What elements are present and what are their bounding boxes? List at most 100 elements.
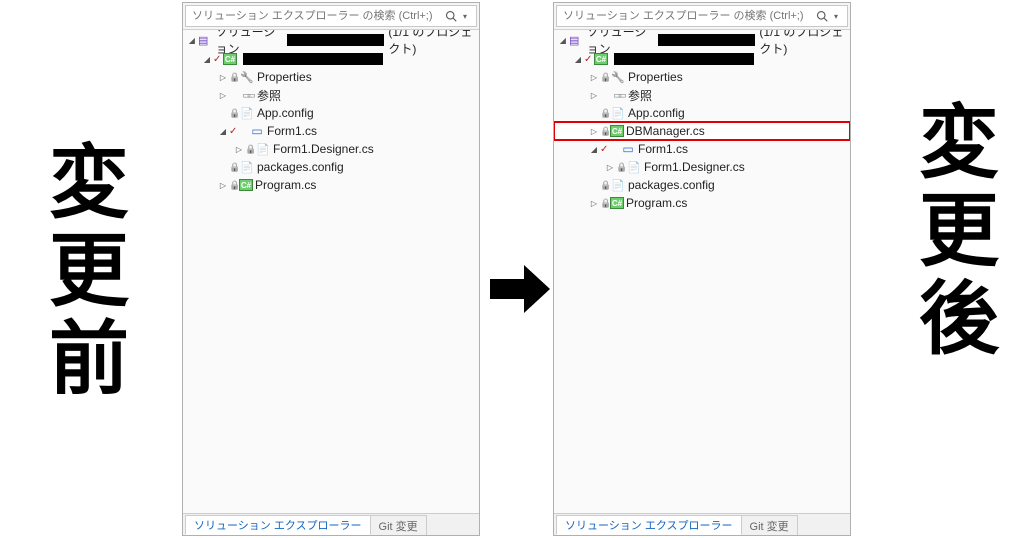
lock-icon xyxy=(229,72,239,83)
tree-item[interactable]: packages.config xyxy=(554,176,850,194)
solution-node[interactable]: ソリューション (1/1 のプロジェクト) xyxy=(183,30,479,50)
heading-after: 変更後 xyxy=(910,100,994,364)
redacted-project-name xyxy=(614,53,754,65)
expander-icon[interactable] xyxy=(187,35,197,45)
check-icon xyxy=(584,54,594,65)
doc-icon xyxy=(255,141,271,157)
tree-item[interactable]: Properties xyxy=(183,68,479,86)
tab-solution-explorer[interactable]: ソリューション エクスプローラー xyxy=(556,515,742,535)
tree-item[interactable]: Properties xyxy=(554,68,850,86)
cs-icon xyxy=(610,197,624,209)
tab-solution-explorer[interactable]: ソリューション エクスプローラー xyxy=(185,515,371,535)
expander-icon[interactable] xyxy=(588,198,600,208)
config-icon xyxy=(610,177,626,193)
expander-icon[interactable] xyxy=(588,90,600,100)
tree-item-label: packages.config xyxy=(257,160,344,174)
tree-item-label: Properties xyxy=(628,70,683,84)
refs-icon xyxy=(239,87,255,103)
tree-item[interactable]: Form1.Designer.cs xyxy=(554,158,850,176)
solution-icon xyxy=(568,32,581,48)
csharp-project-icon xyxy=(594,53,608,65)
project-count: (1/1 のプロジェクト) xyxy=(388,29,479,57)
tree-item[interactable]: Form1.cs xyxy=(183,122,479,140)
tree-area: ソリューション (1/1 のプロジェクト) Properties 参照 App.co… xyxy=(554,29,850,513)
tree-item[interactable]: packages.config xyxy=(183,158,479,176)
chevron-down-icon[interactable]: ▾ xyxy=(829,9,843,23)
expander-icon[interactable] xyxy=(233,144,245,154)
search-row: ▾ xyxy=(185,5,477,27)
lock-icon xyxy=(600,108,610,119)
check-icon xyxy=(229,126,239,137)
redacted-project-name xyxy=(243,53,383,65)
form-icon xyxy=(620,141,636,157)
lock-icon xyxy=(600,198,610,209)
lock-icon xyxy=(600,126,610,137)
config-icon xyxy=(610,105,626,121)
expander-icon[interactable] xyxy=(588,126,600,136)
cs-icon xyxy=(610,125,624,137)
heading-before: 変更前 xyxy=(40,140,124,404)
lock-icon xyxy=(229,180,239,191)
expander-icon[interactable] xyxy=(217,72,229,82)
check-icon xyxy=(213,54,223,65)
tab-git-changes[interactable]: Git 変更 xyxy=(370,515,427,535)
lock-icon xyxy=(229,162,239,173)
tree-item-label: packages.config xyxy=(628,178,715,192)
config-icon xyxy=(239,159,255,175)
solution-node[interactable]: ソリューション (1/1 のプロジェクト) xyxy=(554,30,850,50)
solution-explorer-panel-after: ▾ ソリューション (1/1 のプロジェクト) Properties 参照 App.… xyxy=(553,2,851,536)
redacted-solution-name xyxy=(287,34,384,46)
tree-area: ソリューション (1/1 のプロジェクト) Properties 参照App.co… xyxy=(183,29,479,513)
lock-icon xyxy=(616,162,626,173)
check-icon xyxy=(600,144,610,155)
expander-icon[interactable] xyxy=(217,126,229,136)
search-icon[interactable] xyxy=(815,9,829,23)
tree-item[interactable]: App.config xyxy=(183,104,479,122)
search-input[interactable] xyxy=(190,9,444,23)
panel-tabs: ソリューション エクスプローラー Git 変更 xyxy=(554,513,850,535)
expander-icon[interactable] xyxy=(588,72,600,82)
expander-icon[interactable] xyxy=(217,180,229,190)
tree-item-label: Form1.Designer.cs xyxy=(644,160,745,174)
expander-icon[interactable] xyxy=(588,144,600,154)
tree-item-label: App.config xyxy=(628,106,685,120)
lock-icon xyxy=(229,108,239,119)
tree-item[interactable]: App.config xyxy=(554,104,850,122)
tree-item-label: DBManager.cs xyxy=(626,124,705,138)
chevron-down-icon[interactable]: ▾ xyxy=(458,9,472,23)
refs-icon xyxy=(610,87,626,103)
tree-item-label: Form1.cs xyxy=(267,124,317,138)
expander-icon[interactable] xyxy=(201,54,213,64)
cs-icon xyxy=(239,179,253,191)
expander-icon[interactable] xyxy=(604,162,616,172)
tab-git-changes[interactable]: Git 変更 xyxy=(741,515,798,535)
expander-icon[interactable] xyxy=(572,54,584,64)
expander-icon[interactable] xyxy=(558,35,568,45)
tree-item[interactable]: DBManager.cs xyxy=(554,122,850,140)
solution-explorer-panel-before: ▾ ソリューション (1/1 のプロジェクト) Properties 参照App.… xyxy=(182,2,480,536)
tree-item-label: 参照 xyxy=(257,87,281,104)
props-icon xyxy=(239,69,255,85)
search-input[interactable] xyxy=(561,9,815,23)
expander-icon[interactable] xyxy=(217,90,229,100)
tree-item[interactable]: 参照 xyxy=(183,86,479,104)
csharp-project-icon xyxy=(223,53,237,65)
props-icon xyxy=(610,69,626,85)
tree-item-label: Properties xyxy=(257,70,312,84)
tree-item[interactable]: Program.cs xyxy=(183,176,479,194)
tree-item[interactable]: Form1.Designer.cs xyxy=(183,140,479,158)
search-row: ▾ xyxy=(556,5,848,27)
tree-item[interactable]: Program.cs xyxy=(554,194,850,212)
tree-item-label: 参照 xyxy=(628,87,652,104)
search-icon[interactable] xyxy=(444,9,458,23)
tree-item-label: Form1.Designer.cs xyxy=(273,142,374,156)
lock-icon xyxy=(600,72,610,83)
tree-item-label: Program.cs xyxy=(626,196,687,210)
tree-item[interactable]: Form1.cs xyxy=(554,140,850,158)
solution-icon xyxy=(197,32,210,48)
tree-item-label: Form1.cs xyxy=(638,142,688,156)
config-icon xyxy=(239,105,255,121)
tree-item-label: Program.cs xyxy=(255,178,316,192)
doc-icon xyxy=(626,159,642,175)
tree-item[interactable]: 参照 xyxy=(554,86,850,104)
